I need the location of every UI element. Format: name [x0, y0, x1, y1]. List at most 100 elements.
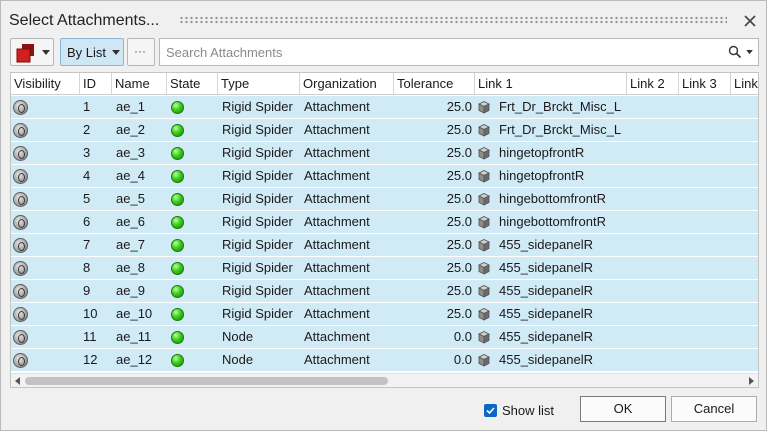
- visibility-icon[interactable]: [13, 353, 28, 368]
- chevron-down-icon[interactable]: [746, 50, 753, 55]
- checkmark-icon: [486, 407, 495, 415]
- visibility-icon[interactable]: [13, 100, 28, 115]
- part-cube-icon: [477, 307, 491, 321]
- state-ok-icon: [171, 331, 184, 344]
- visibility-icon[interactable]: [13, 284, 28, 299]
- toolbar: By List ···: [1, 38, 766, 68]
- table-row[interactable]: 2 ae_2 Rigid Spider Attachment 25.0 Frt_Dr_Br…: [11, 119, 758, 142]
- row-tolerance: 25.0: [446, 260, 472, 275]
- visibility-icon[interactable]: [13, 238, 28, 253]
- row-name: ae_5: [116, 191, 145, 206]
- row-id: 4: [83, 168, 91, 183]
- row-organization: Attachment: [304, 352, 370, 367]
- part-cube-icon: [477, 353, 491, 367]
- row-link1: Frt_Dr_Brckt_Misc_L: [499, 99, 622, 114]
- visibility-icon[interactable]: [13, 215, 28, 230]
- row-id: 12: [83, 352, 98, 367]
- row-name: ae_7: [116, 237, 145, 252]
- table-row[interactable]: 6 ae_6 Rigid Spider Attachment 25.0 hingebott…: [11, 211, 758, 234]
- row-name: ae_6: [116, 214, 145, 229]
- column-header-link3[interactable]: Link 3: [679, 73, 731, 95]
- row-name: ae_2: [116, 122, 145, 137]
- row-link1: 455_sidepanelR: [499, 260, 593, 275]
- visibility-icon[interactable]: [13, 307, 28, 322]
- row-id: 5: [83, 191, 91, 206]
- table-row[interactable]: 1 ae_1 Rigid Spider Attachment 25.0 Frt_Dr_Br…: [11, 96, 758, 119]
- ok-button[interactable]: OK: [580, 396, 666, 422]
- state-ok-icon: [171, 193, 184, 206]
- more-options-button[interactable]: ···: [127, 38, 155, 66]
- horizontal-scrollbar[interactable]: [11, 373, 758, 387]
- row-id: 9: [83, 283, 91, 298]
- table-row[interactable]: 5 ae_5 Rigid Spider Attachment 25.0 hingebott…: [11, 188, 758, 211]
- row-organization: Attachment: [304, 168, 370, 183]
- table-row[interactable]: 11 ae_11 Node Attachment 0.0 455_sidepanelR: [11, 326, 758, 349]
- show-list-label[interactable]: Show list: [502, 403, 554, 418]
- row-type: Node: [222, 352, 254, 367]
- table-row[interactable]: 4 ae_4 Rigid Spider Attachment 25.0 hingetopf…: [11, 165, 758, 188]
- row-tolerance: 0.0: [453, 352, 472, 367]
- column-header-link2[interactable]: Link 2: [627, 73, 679, 95]
- row-name: ae_1: [116, 99, 145, 114]
- search-input[interactable]: [164, 43, 724, 61]
- column-header-link4[interactable]: Link: [731, 73, 758, 95]
- state-ok-icon: [171, 147, 184, 160]
- row-organization: Attachment: [304, 237, 370, 252]
- row-tolerance: 25.0: [446, 122, 472, 137]
- search-icon[interactable]: [728, 45, 742, 59]
- row-id: 1: [83, 99, 91, 114]
- scroll-right-icon[interactable]: [747, 377, 755, 385]
- column-header-organization[interactable]: Organization: [300, 73, 394, 95]
- state-ok-icon: [171, 239, 184, 252]
- row-organization: Attachment: [304, 329, 370, 344]
- search-box[interactable]: [159, 38, 759, 66]
- row-tolerance: 25.0: [446, 283, 472, 298]
- column-header-name[interactable]: Name: [112, 73, 167, 95]
- row-id: 8: [83, 260, 91, 275]
- table-row[interactable]: 7 ae_7 Rigid Spider Attachment 25.0 455_sidep…: [11, 234, 758, 257]
- column-header-type[interactable]: Type: [218, 73, 300, 95]
- visibility-icon[interactable]: [13, 169, 28, 184]
- row-type: Rigid Spider: [222, 283, 293, 298]
- visibility-icon[interactable]: [13, 261, 28, 276]
- visibility-icon[interactable]: [13, 146, 28, 161]
- scrollbar-thumb[interactable]: [25, 377, 388, 385]
- column-header-visibility[interactable]: Visibility: [11, 73, 80, 95]
- row-link1: 455_sidepanelR: [499, 329, 593, 344]
- row-id: 7: [83, 237, 91, 252]
- column-header-state[interactable]: State: [167, 73, 218, 95]
- table-row[interactable]: 9 ae_9 Rigid Spider Attachment 25.0 455_sidep…: [11, 280, 758, 303]
- scroll-left-icon[interactable]: [14, 377, 22, 385]
- list-mode-dropdown[interactable]: By List: [60, 38, 124, 66]
- row-type: Rigid Spider: [222, 145, 293, 160]
- drag-grip[interactable]: [179, 16, 727, 24]
- column-header-tolerance[interactable]: Tolerance: [394, 73, 475, 95]
- row-link1: hingetopfrontR: [499, 145, 585, 160]
- row-name: ae_3: [116, 145, 145, 160]
- table-row[interactable]: 10 ae_10 Rigid Spider Attachment 25.0 455_sid…: [11, 303, 758, 326]
- visibility-icon[interactable]: [13, 123, 28, 138]
- table-row[interactable]: 8 ae_8 Rigid Spider Attachment 25.0 455_sidep…: [11, 257, 758, 280]
- show-list-checkbox[interactable]: [484, 404, 497, 417]
- row-tolerance: 0.0: [453, 329, 472, 344]
- part-cube-icon: [477, 284, 491, 298]
- close-icon[interactable]: [742, 13, 758, 29]
- row-type: Rigid Spider: [222, 214, 293, 229]
- row-type: Rigid Spider: [222, 191, 293, 206]
- column-header-link1[interactable]: Link 1: [475, 73, 627, 95]
- color-picker-button[interactable]: [10, 38, 54, 66]
- part-cube-icon: [477, 169, 491, 183]
- attachments-table: Visibility ID Name State Type Organizati…: [10, 72, 759, 388]
- state-ok-icon: [171, 262, 184, 275]
- row-tolerance: 25.0: [446, 191, 472, 206]
- visibility-icon[interactable]: [13, 330, 28, 345]
- table-row[interactable]: 12 ae_12 Node Attachment 0.0 455_sidepanelR: [11, 349, 758, 372]
- part-cube-icon: [477, 123, 491, 137]
- column-header-id[interactable]: ID: [80, 73, 112, 95]
- cancel-button[interactable]: Cancel: [671, 396, 757, 422]
- table-row[interactable]: 3 ae_3 Rigid Spider Attachment 25.0 hingetopf…: [11, 142, 758, 165]
- row-link1: 455_sidepanelR: [499, 283, 593, 298]
- row-link1: hingebottomfrontR: [499, 214, 606, 229]
- visibility-icon[interactable]: [13, 192, 28, 207]
- title-bar[interactable]: Select Attachments...: [1, 1, 766, 39]
